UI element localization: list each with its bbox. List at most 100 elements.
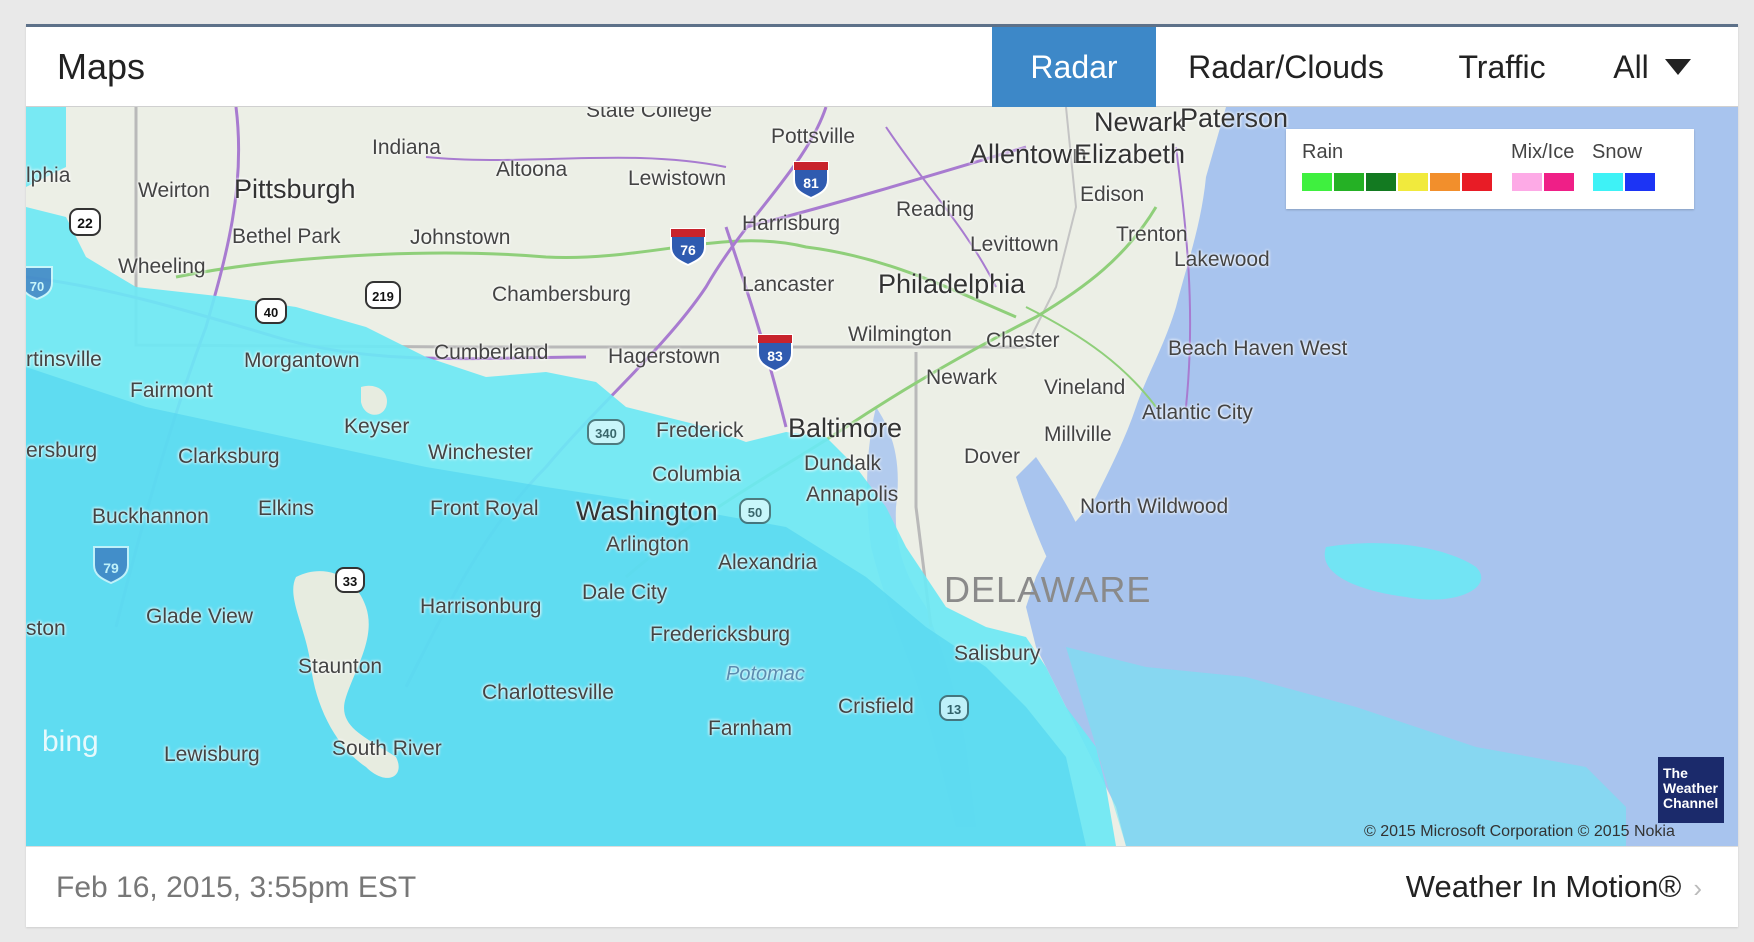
label-beach-haven-west: Beach Haven West xyxy=(1168,337,1348,360)
label-trenton: Trenton xyxy=(1116,223,1188,246)
label-morgantown: Morgantown xyxy=(244,349,360,372)
label-chester: Chester xyxy=(986,329,1060,352)
label-lakewood: Lakewood xyxy=(1174,248,1270,271)
label-cumberland: Cumberland xyxy=(434,341,549,364)
tab-all-dropdown[interactable]: All xyxy=(1588,27,1738,107)
tab-radar-clouds[interactable]: Radar/Clouds xyxy=(1156,27,1416,107)
label-baltimore: Baltimore xyxy=(788,413,903,443)
shield-us13-number: 13 xyxy=(947,702,961,717)
tab-traffic[interactable]: Traffic xyxy=(1416,27,1588,107)
tab-traffic-label: Traffic xyxy=(1458,48,1546,85)
shield-i76-number: 76 xyxy=(680,242,696,258)
shield-us33-icon: 33 xyxy=(335,567,365,593)
tab-radar-label: Radar xyxy=(1030,48,1118,85)
shield-us13-icon: 13 xyxy=(939,695,969,721)
label-harrisburg: Harrisburg xyxy=(742,212,841,235)
legend-snow-swatch xyxy=(1625,173,1655,191)
legend-rain-swatch xyxy=(1334,173,1364,191)
label-chambersburg: Chambersburg xyxy=(492,283,631,306)
precip-legend: Rain Mix/Ice Snow xyxy=(1286,129,1694,209)
weather-channel-logo[interactable]: The Weather Channel xyxy=(1658,757,1724,823)
label-millville: Millville xyxy=(1044,423,1112,446)
shield-us340-icon: 340 xyxy=(587,419,625,445)
label-staunton: Staunton xyxy=(298,655,383,678)
label-pittsburgh: Pittsburgh xyxy=(234,174,356,204)
shield-i83-number: 83 xyxy=(767,348,783,364)
label-hagerstown: Hagerstown xyxy=(608,345,721,368)
label-washington: Washington xyxy=(576,496,718,526)
map-copyright: © 2015 Microsoft Corporation © 2015 Noki… xyxy=(1364,823,1675,840)
legend-mix-label: Mix/Ice xyxy=(1511,141,1575,163)
label-crisfield: Crisfield xyxy=(838,695,914,718)
shield-us33-number: 33 xyxy=(343,574,357,589)
label-fredericksburg: Fredericksburg xyxy=(650,623,791,646)
shield-us50-number: 50 xyxy=(748,505,762,520)
label-dundalk: Dundalk xyxy=(804,452,882,475)
label-paterson: Paterson xyxy=(1180,107,1289,133)
legend-rain-swatch xyxy=(1398,173,1428,191)
label-keyser: Keyser xyxy=(344,415,410,438)
shield-us219-number: 219 xyxy=(372,289,394,304)
label-lewistown: Lewistown xyxy=(628,167,727,190)
label-philadelphia: Philadelphia xyxy=(878,269,1026,299)
label-harrisonburg: Harrisonburg xyxy=(420,595,542,618)
label-delaware: DELAWARE xyxy=(944,569,1152,610)
shield-us40-number: 40 xyxy=(264,305,278,320)
label-lewisburg: Lewisburg xyxy=(164,743,260,766)
label-martinsville: rtinsville xyxy=(26,348,102,371)
label-reading: Reading xyxy=(896,198,975,221)
label-allentown: Allentown xyxy=(970,139,1088,169)
legend-rain-swatch xyxy=(1366,173,1396,191)
label-annapolis: Annapolis xyxy=(806,483,899,506)
label-newark-nj: Newark xyxy=(1094,107,1186,137)
legend-snow-label: Snow xyxy=(1592,141,1643,163)
radar-map[interactable]: 81 76 83 79 70 22 219 40 340 50 33 13 St… xyxy=(26,107,1738,846)
chevron-right-icon: › xyxy=(1693,873,1702,903)
shield-us219-icon: 219 xyxy=(365,281,401,309)
label-dale-city: Dale City xyxy=(582,581,668,604)
legend-rain-swatch xyxy=(1462,173,1492,191)
label-dover: Dover xyxy=(964,445,1021,468)
label-potomac: Potomac xyxy=(726,663,805,685)
label-charlottesville: Charlottesville xyxy=(482,681,614,704)
label-glade-view: Glade View xyxy=(146,605,254,628)
legend-mix-swatch xyxy=(1544,173,1574,191)
map-tabs: Radar Radar/Clouds Traffic All xyxy=(992,27,1738,107)
shield-i79-number: 79 xyxy=(103,560,119,576)
card-header: Maps Radar Radar/Clouds Traffic All xyxy=(26,27,1738,107)
label-lancaster: Lancaster xyxy=(742,273,835,296)
shield-us22-icon: 22 xyxy=(69,208,101,236)
label-buckhannon: Buckhannon xyxy=(92,505,209,528)
label-salisbury: Salisbury xyxy=(954,642,1041,665)
label-edison: Edison xyxy=(1080,183,1145,206)
label-elizabeth: Elizabeth xyxy=(1074,139,1186,169)
label-ston: ston xyxy=(26,617,66,640)
label-clarksburg: Clarksburg xyxy=(178,445,280,468)
legend-mix-swatch xyxy=(1512,173,1542,191)
tab-radar[interactable]: Radar xyxy=(992,27,1156,107)
label-columbia: Columbia xyxy=(652,463,741,486)
bing-logo-text: bing xyxy=(42,725,99,758)
label-frederick: Frederick xyxy=(656,419,744,442)
tab-all-label: All xyxy=(1613,48,1649,85)
map-canvas: 81 76 83 79 70 22 219 40 340 50 33 13 xyxy=(26,107,1738,846)
weather-in-motion-link[interactable]: Weather In Motion® › xyxy=(1406,869,1702,905)
radar-timestamp: Feb 16, 2015, 3:55pm EST xyxy=(56,871,417,904)
label-winchester: Winchester xyxy=(428,441,534,464)
label-bethel-park: Bethel Park xyxy=(232,225,341,248)
card-footer: Feb 16, 2015, 3:55pm EST Weather In Moti… xyxy=(26,846,1738,924)
label-indiana: Indiana xyxy=(372,136,441,159)
label-farnham: Farnham xyxy=(708,717,793,740)
label-levittown: Levittown xyxy=(970,233,1059,256)
shield-us22-number: 22 xyxy=(77,215,93,231)
shield-us40-icon: 40 xyxy=(255,298,287,324)
legend-rain-swatch xyxy=(1430,173,1460,191)
label-south-river: South River xyxy=(332,737,442,760)
label-johnstown: Johnstown xyxy=(410,226,511,249)
label-state-college: State College xyxy=(586,107,713,122)
label-atlantic-city: Atlantic City xyxy=(1142,401,1253,424)
label-fairmont: Fairmont xyxy=(130,379,213,402)
label-elkins: Elkins xyxy=(258,497,315,520)
label-north-wildwood: North Wildwood xyxy=(1080,495,1229,518)
label-newark-de: Newark xyxy=(926,366,998,389)
